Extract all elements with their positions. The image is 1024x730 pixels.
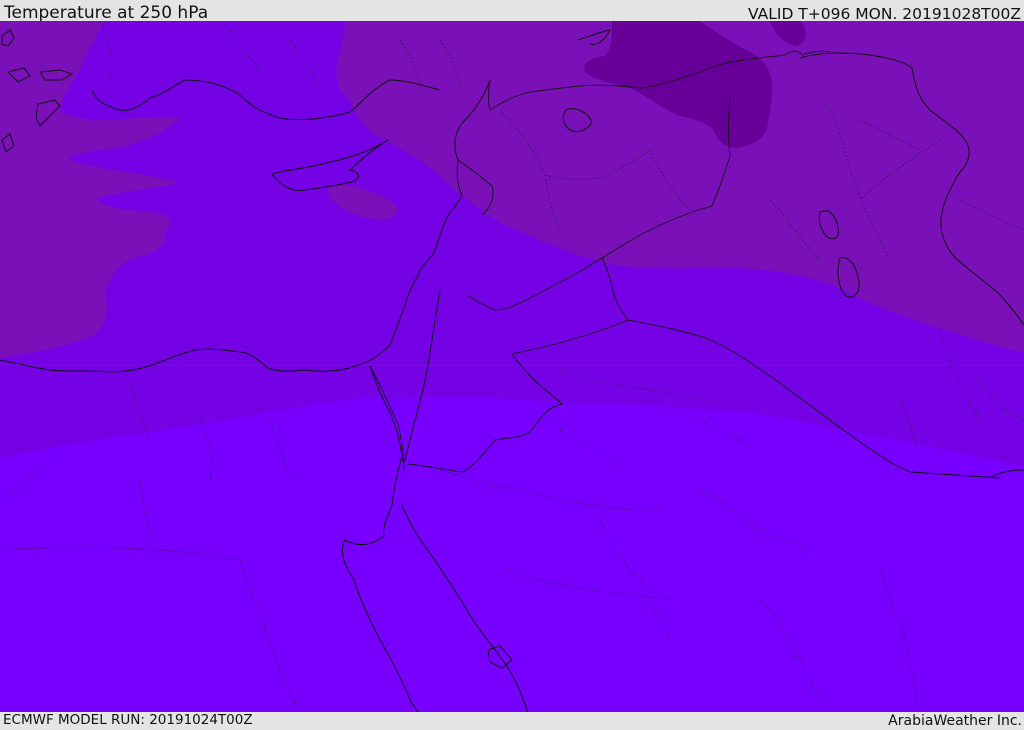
temperature-map	[0, 21, 1024, 712]
credit-label: ArabiaWeather Inc.	[888, 713, 1022, 729]
model-run-label: ECMWF MODEL RUN: 20191024T00Z	[3, 712, 253, 728]
header-bar: Temperature at 250 hPa VALID T+096 MON. …	[0, 0, 1024, 23]
footer-bar: ECMWF MODEL RUN: 20191024T00Z ArabiaWeat…	[0, 712, 1024, 729]
